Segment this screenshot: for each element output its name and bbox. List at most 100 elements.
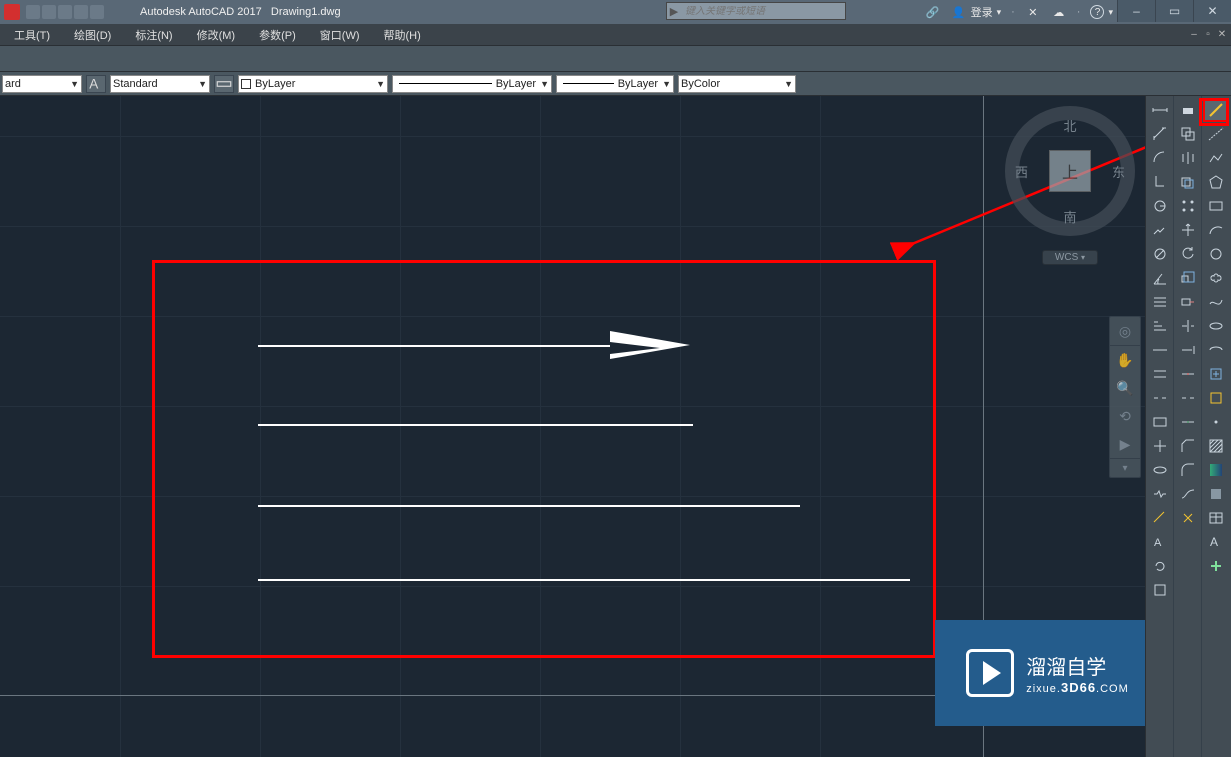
- construction-line-icon[interactable]: [1203, 122, 1229, 146]
- menu-parametric[interactable]: 参数(P): [247, 25, 308, 45]
- menu-tools[interactable]: 工具(T): [2, 25, 62, 45]
- revcloud-icon[interactable]: [1203, 266, 1229, 290]
- menu-window[interactable]: 窗口(W): [308, 25, 372, 45]
- copy-icon[interactable]: [1175, 122, 1201, 146]
- offset-icon[interactable]: [1175, 170, 1201, 194]
- dim-arclength-icon[interactable]: [1147, 146, 1173, 170]
- dimstyle-icon[interactable]: [1147, 578, 1173, 602]
- dim-break-icon[interactable]: [1147, 386, 1173, 410]
- viewcube-west[interactable]: 西: [1015, 162, 1028, 181]
- scale-icon[interactable]: [1175, 266, 1201, 290]
- centermark-icon[interactable]: [1147, 434, 1173, 458]
- exchange-button[interactable]: ✕: [1025, 4, 1041, 20]
- dim-space-icon[interactable]: [1147, 362, 1173, 386]
- erase-icon[interactable]: [1175, 98, 1201, 122]
- gradient-icon[interactable]: [1203, 458, 1229, 482]
- line-tool-icon[interactable]: [1203, 98, 1229, 122]
- join-icon[interactable]: [1175, 410, 1201, 434]
- dim-quick-icon[interactable]: [1147, 290, 1173, 314]
- dimupdate-icon[interactable]: [1147, 554, 1173, 578]
- dim-baseline-icon[interactable]: [1147, 314, 1173, 338]
- menu-modify[interactable]: 修改(M): [185, 25, 248, 45]
- minimize-button[interactable]: –: [1117, 0, 1155, 22]
- qat-open-icon[interactable]: [42, 5, 56, 19]
- viewcube-east[interactable]: 东: [1112, 162, 1125, 181]
- mirror-icon[interactable]: [1175, 146, 1201, 170]
- maximize-button[interactable]: ▭: [1155, 0, 1193, 22]
- point-icon[interactable]: [1203, 410, 1229, 434]
- viewcube-south[interactable]: 南: [1063, 207, 1076, 226]
- qat-saveas-icon[interactable]: [74, 5, 88, 19]
- insert-block-icon[interactable]: [1203, 362, 1229, 386]
- view-cube[interactable]: 北 南 东 西 上 WCS ▾: [1005, 106, 1135, 306]
- explode-icon[interactable]: [1175, 506, 1201, 530]
- menu-help[interactable]: 帮助(H): [372, 25, 433, 45]
- help-button[interactable]: ?▾: [1090, 5, 1113, 19]
- dim-linear-icon[interactable]: [1147, 98, 1173, 122]
- menu-dimension[interactable]: 标注(N): [123, 25, 184, 45]
- infocenter-a360[interactable]: 🔗: [925, 4, 941, 20]
- dim-style-button[interactable]: [214, 75, 234, 93]
- table-icon[interactable]: [1203, 506, 1229, 530]
- dim-jogged-icon[interactable]: [1147, 218, 1173, 242]
- nav-showmotion-button[interactable]: ▶: [1110, 430, 1140, 458]
- extend-icon[interactable]: [1175, 338, 1201, 362]
- menu-draw[interactable]: 绘图(D): [62, 25, 123, 45]
- hatch-icon[interactable]: [1203, 434, 1229, 458]
- break-icon[interactable]: [1175, 386, 1201, 410]
- blend-icon[interactable]: [1175, 482, 1201, 506]
- text-style-combo[interactable]: ard▼: [2, 75, 82, 93]
- polygon-icon[interactable]: [1203, 170, 1229, 194]
- dimedit-icon[interactable]: [1147, 506, 1173, 530]
- plotstyle-combo[interactable]: ByColor▼: [678, 75, 796, 93]
- fillet-icon[interactable]: [1175, 458, 1201, 482]
- mtext-icon[interactable]: A: [1203, 530, 1229, 554]
- login-button[interactable]: 👤 登录 ▾: [951, 4, 1002, 20]
- lineweight-combo[interactable]: ByLayer▼: [556, 75, 674, 93]
- region-icon[interactable]: [1203, 482, 1229, 506]
- search-box[interactable]: ▶: [666, 2, 846, 20]
- dim-style-combo[interactable]: Standard▼: [110, 75, 210, 93]
- dim-angular-icon[interactable]: [1147, 266, 1173, 290]
- nav-wheel-button[interactable]: ◎: [1110, 317, 1140, 345]
- dim-continue-icon[interactable]: [1147, 338, 1173, 362]
- make-block-icon[interactable]: [1203, 386, 1229, 410]
- circle-icon[interactable]: [1203, 242, 1229, 266]
- nav-zoom-button[interactable]: 🔍: [1110, 374, 1140, 402]
- search-input[interactable]: [685, 6, 825, 17]
- viewcube-top-face[interactable]: 上: [1049, 150, 1091, 192]
- addselected-icon[interactable]: [1203, 554, 1229, 578]
- color-combo[interactable]: ByLayer▼: [238, 75, 388, 93]
- chamfer-icon[interactable]: [1175, 434, 1201, 458]
- viewcube-north[interactable]: 北: [1063, 116, 1076, 135]
- app-icon[interactable]: [4, 4, 20, 20]
- dimtedit-icon[interactable]: A: [1147, 530, 1173, 554]
- dim-ordinate-icon[interactable]: [1147, 170, 1173, 194]
- nav-options-button[interactable]: ▾: [1110, 459, 1140, 477]
- dim-aligned-icon[interactable]: [1147, 122, 1173, 146]
- tolerance-icon[interactable]: [1147, 410, 1173, 434]
- trim-icon[interactable]: [1175, 314, 1201, 338]
- move-icon[interactable]: [1175, 218, 1201, 242]
- wcs-dropdown[interactable]: WCS ▾: [1042, 250, 1098, 265]
- nav-pan-button[interactable]: ✋: [1110, 346, 1140, 374]
- dim-radius-icon[interactable]: [1147, 194, 1173, 218]
- ellipse-icon[interactable]: [1203, 314, 1229, 338]
- nav-orbit-button[interactable]: ⟲: [1110, 402, 1140, 430]
- close-button[interactable]: ✕: [1193, 0, 1231, 22]
- qat-new-icon[interactable]: [26, 5, 40, 19]
- spline-icon[interactable]: [1203, 290, 1229, 314]
- stretch-icon[interactable]: [1175, 290, 1201, 314]
- dim-diameter-icon[interactable]: [1147, 242, 1173, 266]
- jogged-linear-icon[interactable]: [1147, 482, 1173, 506]
- inspect-icon[interactable]: [1147, 458, 1173, 482]
- arc-icon[interactable]: [1203, 218, 1229, 242]
- polyline-icon[interactable]: [1203, 146, 1229, 170]
- array-icon[interactable]: [1175, 194, 1201, 218]
- rectangle-icon[interactable]: [1203, 194, 1229, 218]
- doc-minimize-button[interactable]: –: [1187, 28, 1201, 42]
- qat-save-icon[interactable]: [58, 5, 72, 19]
- break-at-point-icon[interactable]: [1175, 362, 1201, 386]
- qat-undo-icon[interactable]: [90, 5, 104, 19]
- view-cube-compass[interactable]: 北 南 东 西 上: [1005, 106, 1135, 236]
